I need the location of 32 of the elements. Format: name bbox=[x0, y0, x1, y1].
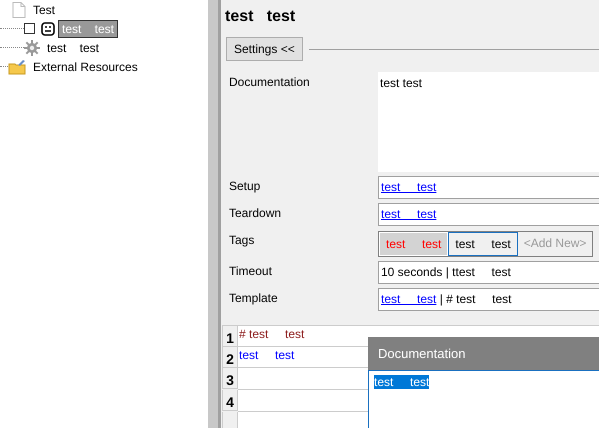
field-label: Template bbox=[229, 290, 279, 307]
popup-title: Documentation bbox=[368, 337, 599, 370]
tree-item[interactable]: Test bbox=[29, 0, 60, 18]
template-field[interactable]: test test | # test test bbox=[378, 288, 599, 311]
field-label: Tags bbox=[229, 232, 256, 249]
tag[interactable]: test test bbox=[448, 232, 518, 256]
link-field[interactable]: test test bbox=[378, 203, 599, 226]
row-number: 1 bbox=[222, 326, 238, 347]
field-label: Setup bbox=[229, 178, 262, 195]
link[interactable]: test test bbox=[381, 292, 436, 306]
tree-item[interactable]: External Resources bbox=[29, 58, 142, 76]
field-label: Teardown bbox=[229, 205, 282, 222]
documentation-editor[interactable]: test test bbox=[368, 370, 599, 428]
field-label: Timeout bbox=[229, 263, 273, 280]
checkbox[interactable] bbox=[24, 23, 35, 34]
robot-face-icon bbox=[41, 22, 55, 36]
link-field[interactable]: test test bbox=[378, 176, 599, 199]
row-number: 2 bbox=[222, 347, 238, 368]
gear-icon bbox=[24, 40, 40, 56]
folder-icon bbox=[8, 58, 26, 74]
link[interactable]: test test bbox=[381, 180, 436, 194]
test-title: test test bbox=[225, 8, 296, 26]
text-field[interactable]: 10 seconds | ttest test bbox=[378, 261, 599, 284]
settings-button[interactable]: Settings << bbox=[226, 37, 303, 61]
field-label: Documentation bbox=[229, 74, 311, 91]
tree-item[interactable]: test test bbox=[43, 38, 104, 56]
text-area[interactable]: test test bbox=[378, 72, 599, 172]
row-number: 4 bbox=[222, 390, 238, 411]
row-number: 3 bbox=[222, 368, 238, 389]
template-text: | # test test bbox=[438, 292, 512, 306]
editor-text: test test bbox=[374, 375, 430, 389]
link[interactable]: test test bbox=[381, 207, 436, 221]
